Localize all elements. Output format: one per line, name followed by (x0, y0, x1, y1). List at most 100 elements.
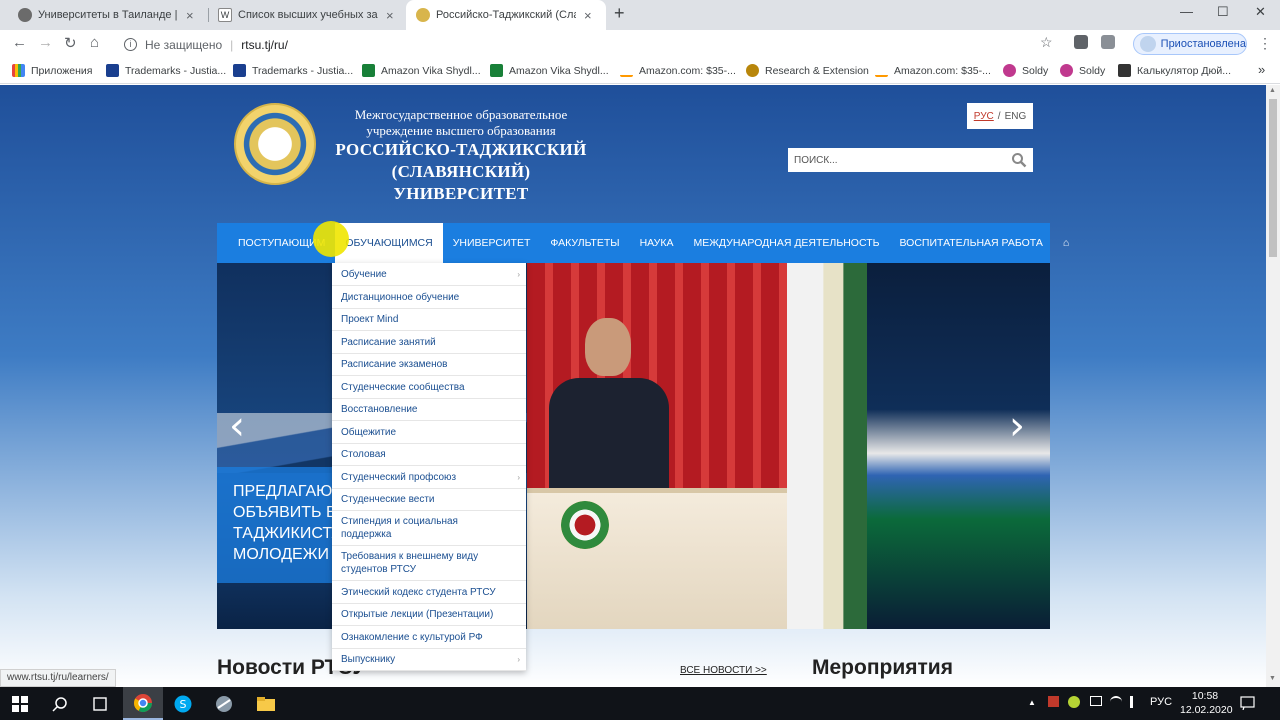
new-tab-button[interactable]: + (614, 3, 625, 24)
slide-caption[interactable]: ПРЕДЛАГАЮ ОБЪЯВИТЬ В ТАДЖИКИСТА МОЛОДЕЖИ (217, 467, 332, 583)
bookmark-apps[interactable]: Приложения (12, 64, 92, 77)
taskbar-skype[interactable]: S (163, 687, 203, 720)
bookmarks-overflow-icon[interactable]: » (1258, 62, 1265, 77)
minimize-button[interactable]: — (1180, 4, 1193, 19)
dropdown-item[interactable]: Этический кодекс студента РТСУ (332, 581, 526, 604)
tray-expand-icon[interactable]: ▲ (1028, 698, 1036, 707)
dropdown-item[interactable]: Выпускнику › (332, 649, 526, 671)
dropdown-item[interactable]: Требования к внешнему виду студентов РТС… (332, 546, 526, 581)
close-window-button[interactable]: ✕ (1255, 4, 1266, 20)
extension-icon[interactable] (1074, 35, 1088, 49)
bookmark-item[interactable]: Soldy (1060, 64, 1105, 77)
chrome-icon (134, 693, 152, 712)
chevron-right-icon: › (517, 655, 520, 664)
university-title[interactable]: Межгосударственное образовательное учреж… (326, 107, 596, 205)
close-icon[interactable]: × (386, 8, 394, 23)
state-emblem (561, 501, 609, 549)
nav-item-faculties[interactable]: ФАКУЛЬТЕТЫ (540, 223, 629, 263)
bookmark-item[interactable]: Amazon Vika Shydl... (490, 64, 609, 77)
dropdown-item[interactable]: Стипендия и социальная поддержка (332, 511, 526, 546)
scroll-down-icon[interactable]: ▼ (1269, 675, 1276, 682)
taskbar-app[interactable] (204, 687, 244, 720)
dropdown-item-label: Обучение (341, 268, 387, 280)
home-icon[interactable]: ⌂ (1053, 223, 1079, 263)
search-button[interactable] (40, 687, 80, 720)
taskbar-file-explorer[interactable] (246, 687, 286, 720)
dropdown-item[interactable]: Открытые лекции (Презентации) (332, 604, 526, 626)
volume-icon[interactable] (1130, 696, 1142, 708)
dropdown-item-label: Студенческий профсоюз (341, 471, 457, 483)
nav-item-science[interactable]: НАУКА (630, 223, 684, 263)
close-icon[interactable]: × (584, 8, 592, 23)
lang-en-link[interactable]: ENG (1005, 111, 1027, 122)
dropdown-item-label: Требования к внешнему виду студентов РТС… (341, 551, 479, 575)
battery-icon[interactable] (1090, 696, 1102, 706)
university-logo[interactable] (234, 103, 316, 185)
reload-button[interactable]: ↻ (64, 34, 77, 52)
nav-item-students[interactable]: ОБУЧАЮЩИМСЯ (335, 223, 443, 263)
tab-universities-thailand[interactable]: Университеты в Таиланде | Всё... × (8, 0, 208, 30)
address-bar[interactable]: i Не защищено | rtsu.tj/ru/ (116, 33, 1062, 56)
dropdown-item[interactable]: Студенческие вести (332, 489, 526, 511)
bookmark-item[interactable]: Amazon.com: $35-... (875, 64, 991, 77)
profile-paused-button[interactable]: Приостановлена (1133, 33, 1247, 55)
nav-item-educational-work[interactable]: ВОСПИТАТЕЛЬНАЯ РАБОТА (890, 223, 1053, 263)
dropdown-item[interactable]: Ознакомление с культурой РФ (332, 626, 526, 649)
search-input[interactable] (788, 148, 998, 172)
dropdown-item-label: Ознакомление с культурой РФ (341, 631, 483, 643)
bookmark-item[interactable]: Research & Extension (746, 64, 869, 77)
dropdown-item[interactable]: Студенческие сообщества (332, 376, 526, 399)
page-scrollbar[interactable]: ▲ ▼ (1266, 85, 1280, 687)
input-language[interactable]: РУС (1150, 696, 1172, 708)
wifi-icon[interactable] (1110, 696, 1122, 708)
bookmark-item[interactable]: Amazon.com: $35-... (620, 64, 736, 77)
close-icon[interactable]: × (186, 8, 194, 23)
bookmark-item[interactable]: Amazon Vika Shydl... (362, 64, 481, 77)
bookmark-item[interactable]: Soldy (1003, 64, 1048, 77)
taskbar-chrome[interactable] (123, 687, 163, 720)
nav-item-university[interactable]: УНИВЕРСИТЕТ (443, 223, 541, 263)
dropdown-item[interactable]: Студенческий профсоюз › (332, 466, 526, 489)
dropdown-item[interactable]: Общежитие (332, 421, 526, 444)
forward-button[interactable]: → (38, 34, 53, 51)
browser-menu-icon[interactable]: ⋮ (1258, 35, 1272, 52)
wikipedia-icon: W (218, 8, 232, 22)
bookmark-label: Приложения (31, 64, 93, 77)
start-button[interactable] (0, 687, 40, 720)
extension-icon[interactable] (1101, 35, 1115, 49)
scroll-up-icon[interactable]: ▲ (1269, 87, 1276, 94)
dropdown-item[interactable]: Обучение › (332, 263, 526, 286)
home-button[interactable]: ⌂ (90, 34, 99, 51)
notifications-icon[interactable] (1240, 696, 1255, 710)
app-icon (216, 695, 232, 712)
info-icon[interactable]: i (124, 38, 137, 51)
dropdown-item[interactable]: Проект Mind (332, 309, 526, 331)
dropdown-item[interactable]: Расписание экзаменов (332, 354, 526, 376)
bookmark-item[interactable]: Trademarks - Justia... (233, 64, 353, 77)
slider-prev-button[interactable]: ‹ (229, 403, 245, 449)
bookmark-star-icon[interactable]: ☆ (1040, 34, 1053, 51)
tray-app-icon[interactable] (1048, 696, 1059, 707)
lang-ru-link[interactable]: РУС (974, 111, 994, 122)
tab-wikipedia-list[interactable]: W Список высших учебных завед... × (208, 0, 406, 30)
students-dropdown-menu: Обучение › Дистанционное обучение Проект … (332, 263, 526, 671)
scrollbar-thumb[interactable] (1269, 99, 1277, 257)
all-news-link[interactable]: ВСЕ НОВОСТИ >> (680, 665, 767, 676)
soldy-icon (1060, 64, 1073, 77)
title-line: РОССИЙСКО-ТАДЖИКСКИЙ (335, 140, 587, 159)
tray-app-icon[interactable] (1068, 696, 1080, 708)
dropdown-item[interactable]: Столовая (332, 444, 526, 466)
slider-next-button[interactable]: › (1009, 403, 1025, 449)
search-icon[interactable] (1011, 152, 1027, 168)
dropdown-item[interactable]: Дистанционное обучение (332, 286, 526, 309)
bookmark-item[interactable]: Калькулятор Дюй... (1118, 64, 1231, 77)
clock[interactable]: 10:58 12.02.2020 (1180, 689, 1233, 717)
task-view-button[interactable] (80, 687, 120, 720)
dropdown-item[interactable]: Расписание занятий (332, 331, 526, 354)
bookmark-item[interactable]: Trademarks - Justia... (106, 64, 226, 77)
nav-item-international[interactable]: МЕЖДУНАРОДНАЯ ДЕЯТЕЛЬНОСТЬ (683, 223, 889, 263)
back-button[interactable]: ← (12, 34, 27, 51)
dropdown-item[interactable]: Восстановление (332, 399, 526, 421)
maximize-button[interactable]: ☐ (1217, 4, 1229, 20)
tab-rtsu[interactable]: Российско-Таджикский (Славя... × (406, 0, 606, 30)
